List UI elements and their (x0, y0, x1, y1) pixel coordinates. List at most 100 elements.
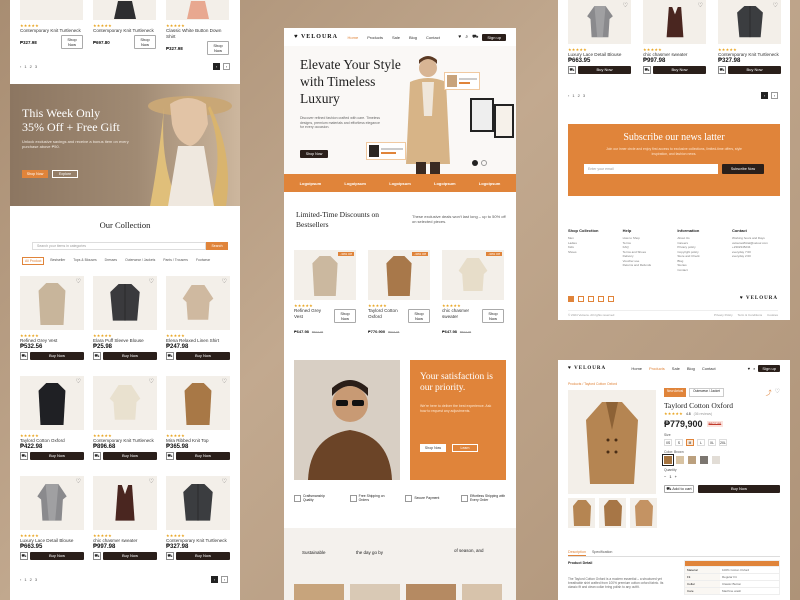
privacy-link[interactable]: Privacy Policy (714, 313, 733, 317)
footer-link[interactable]: everyday 2:00 (732, 254, 780, 259)
footer-link[interactable]: Shoes (568, 250, 616, 255)
slider-next-button[interactable] (481, 160, 487, 166)
slider-prev-button[interactable] (472, 160, 478, 166)
tab-outerwear[interactable]: Outerwear / Jackets (123, 257, 157, 265)
terms-link[interactable]: Term & Conditions (738, 313, 763, 317)
page-link[interactable]: 1 (24, 577, 26, 582)
buy-now-button[interactable]: Buy Now (30, 352, 84, 360)
quantity-value[interactable]: 1 (669, 474, 671, 479)
wishlist-heart-icon[interactable]: ♡ (623, 2, 628, 9)
add-to-cart-button[interactable]: ⛟ Add to cart (664, 485, 694, 493)
wishlist-heart-icon[interactable]: ♡ (76, 278, 81, 285)
shop-now-button[interactable]: Shop Now (408, 309, 430, 323)
product-card[interactable]: ♡ ★★★★★ Refined Grey Vest ₱532.56 ⛟ Buy N… (20, 276, 84, 360)
buy-now-button[interactable]: Buy Now (176, 452, 230, 460)
wishlist-heart-icon[interactable]: ♡ (149, 278, 154, 285)
cart-icon[interactable]: ⛟ (166, 452, 174, 460)
satisfaction-learn-button[interactable]: Learn (452, 444, 478, 452)
product-card[interactable]: ♡ ★★★★★ chic chasmer sweater ₱997.98 ⛟ Bu… (93, 476, 157, 560)
product-card[interactable]: ♡ ★★★★★ Elara Puff Sleeve Blouse ₱25.98 … (93, 276, 157, 360)
promo-shop-button[interactable]: Shop Now (22, 170, 48, 178)
heart-icon[interactable]: ♥ (748, 366, 750, 371)
product-card[interactable]: ♡ ★★★★★ Contemporary Knit Turtleneck ₱32… (718, 0, 781, 74)
breadcrumb[interactable]: Products / Taylord Cotton Oxford (568, 382, 617, 386)
size-option[interactable]: XS (664, 439, 672, 446)
signup-button[interactable]: Sign up (758, 364, 780, 372)
footer-link[interactable]: Contact (677, 268, 725, 273)
color-swatch[interactable] (688, 456, 696, 464)
thumbnail[interactable] (630, 498, 657, 528)
page-link[interactable]: 2 (30, 64, 32, 69)
prev-page-button[interactable]: ‹ (213, 63, 220, 70)
brand-logo[interactable]: ♥ VELOURA (294, 34, 338, 40)
floating-product-card-top[interactable] (444, 72, 480, 90)
product-card[interactable]: ★★★★★ Contemporary Knit Turtleneck ₱327.… (20, 0, 83, 55)
discount-product-card[interactable]: -30% Off ★★★★★ Refined Grey Vest ₱647.98… (294, 250, 356, 338)
size-option[interactable]: L (697, 439, 705, 446)
nav-sale[interactable]: Sale (672, 366, 680, 371)
satisfaction-shop-button[interactable]: Shop Now (420, 444, 446, 452)
tab-tops[interactable]: Tops & Blouses (71, 257, 98, 265)
color-swatch[interactable] (662, 454, 674, 466)
nav-products[interactable]: Products (649, 366, 665, 371)
cart-icon[interactable]: ⛟ (20, 552, 28, 560)
increase-button[interactable]: + (675, 474, 677, 479)
product-card[interactable]: ★★★★★ Classic White Button Down Shirt ₱3… (166, 0, 229, 55)
cart-icon[interactable]: ⛟ (166, 552, 174, 560)
next-page-button[interactable]: › (221, 576, 228, 583)
product-card[interactable]: ♡ ★★★★★ Contemporary Knit Turtleneck ₱89… (93, 376, 157, 460)
tab-footwear[interactable]: Footwear (194, 257, 212, 265)
share-icon[interactable]: ⤴ (766, 388, 772, 397)
hero-shop-button[interactable]: Shop Now (300, 150, 328, 158)
nav-home[interactable]: Home (348, 35, 359, 40)
thumbnail[interactable] (599, 498, 626, 528)
prev-page-button[interactable]: ‹ (211, 576, 218, 583)
product-card[interactable]: ♡ ★★★★★ chic chasmer sweater ₱997.98 ⛟ Bu… (643, 0, 706, 74)
buy-now-button[interactable]: Buy Now (30, 552, 84, 560)
instagram-icon[interactable] (578, 296, 584, 302)
page-link[interactable]: 2 (30, 577, 32, 582)
nav-blog[interactable]: Blog (687, 366, 695, 371)
wishlist-heart-icon[interactable]: ♡ (698, 2, 703, 9)
buy-now-button[interactable]: Buy Now (30, 452, 84, 460)
tiktok-icon[interactable] (608, 296, 614, 302)
heart-icon[interactable]: ♥ (458, 34, 461, 40)
buy-now-button[interactable]: Buy Now (653, 66, 706, 74)
decrease-button[interactable]: − (664, 474, 666, 479)
product-card[interactable]: ♡ ★★★★★ Taylord Cotton Oxford ₱422.98 ⛟ B… (20, 376, 84, 460)
wishlist-heart-icon[interactable]: ♡ (222, 478, 227, 485)
review-count[interactable]: (36 reviews) (694, 412, 712, 416)
product-card[interactable]: ♡ ★★★★★ Mira Ribbed Knit Top ₱365.98 ⛟ Bu… (166, 376, 230, 460)
tab-specification[interactable]: Specification (592, 550, 612, 556)
facebook-icon[interactable] (568, 296, 574, 302)
size-option[interactable]: M (686, 439, 694, 446)
shop-now-button[interactable]: Shop Now (207, 41, 229, 55)
buy-now-button[interactable]: Buy Now (176, 552, 230, 560)
buy-now-button[interactable]: Buy Now (103, 352, 157, 360)
shop-now-button[interactable]: Shop Now (134, 35, 156, 49)
color-swatch[interactable] (712, 456, 720, 464)
buy-now-button[interactable]: Buy Now (176, 352, 230, 360)
email-field[interactable]: Enter your email (584, 164, 718, 174)
color-swatch[interactable] (676, 456, 684, 464)
cart-icon[interactable]: ⛟ (166, 352, 174, 360)
tab-all-product[interactable]: All Product (22, 257, 45, 265)
search-icon[interactable]: ⌕ (465, 34, 468, 40)
tab-dresses[interactable]: Dresses (103, 257, 119, 265)
nav-contact[interactable]: Contact (426, 35, 440, 40)
wishlist-heart-icon[interactable]: ♡ (149, 478, 154, 485)
wishlist-heart-icon[interactable]: ♡ (775, 388, 780, 397)
subscribe-button[interactable]: Subscribe Now (722, 164, 764, 174)
twitter-icon[interactable] (588, 296, 594, 302)
next-page-button[interactable]: › (223, 63, 230, 70)
nav-sale[interactable]: Sale (392, 35, 400, 40)
discount-product-card[interactable]: -30% Off ★★★★★ Taylord Cotton Oxford ₱77… (368, 250, 430, 338)
thumbnail[interactable] (568, 498, 595, 528)
product-card[interactable]: ♡ ★★★★★ Luxury Lace Detail Blouse ₱663.9… (20, 476, 84, 560)
buy-now-button[interactable]: Buy Now (103, 452, 157, 460)
promo-explore-button[interactable]: Explore (52, 170, 78, 178)
brand-logo[interactable]: ♥ VELOURA (568, 366, 606, 371)
buy-now-button[interactable]: Buy Now (728, 66, 781, 74)
prev-page-button[interactable]: ‹ (761, 92, 768, 99)
buy-now-button[interactable]: Buy Now (578, 66, 631, 74)
